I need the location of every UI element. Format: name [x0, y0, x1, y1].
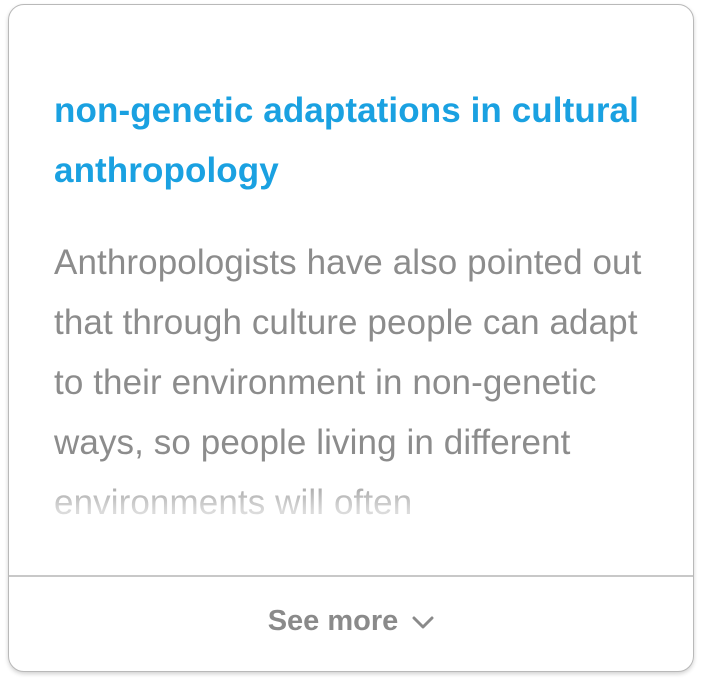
see-more-label: See more — [267, 604, 399, 637]
card-title: non-genetic adaptations in cultural anth… — [54, 91, 639, 190]
card-content: non-genetic adaptations in cultural anth… — [54, 81, 654, 576]
card-body-text: Anthropologists have also pointed out th… — [54, 243, 642, 522]
see-more-button[interactable]: See more — [9, 577, 693, 671]
chevron-down-icon — [412, 616, 434, 630]
article-card: non-genetic adaptations in cultural anth… — [8, 4, 694, 672]
